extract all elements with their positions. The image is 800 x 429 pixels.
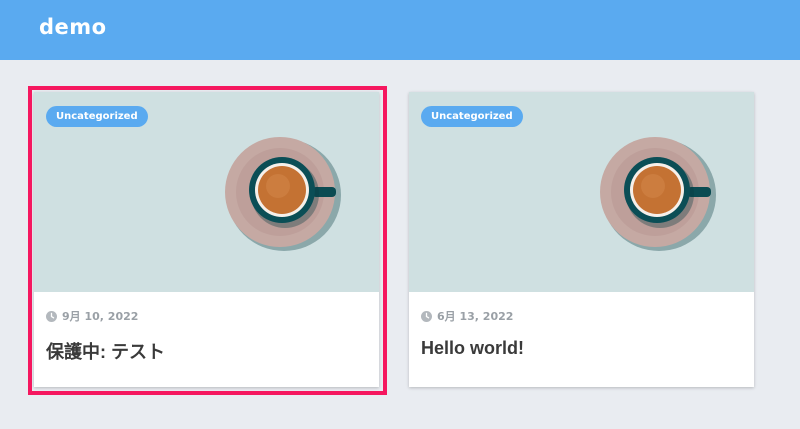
post-thumbnail[interactable]: Uncategorized xyxy=(409,92,754,292)
category-badge[interactable]: Uncategorized xyxy=(46,106,148,127)
post-card[interactable]: Uncategorized 9月 10, 2022 保護中: テスト xyxy=(34,92,379,387)
clock-icon xyxy=(46,310,57,322)
post-date: 9月 10, 2022 xyxy=(62,310,139,323)
post-thumbnail[interactable]: Uncategorized xyxy=(34,92,379,292)
post-date: 6月 13, 2022 xyxy=(437,310,514,323)
post-card[interactable]: Uncategorized 6月 13, 2022 Hello world! xyxy=(409,92,754,387)
post-meta: 6月 13, 2022 xyxy=(421,308,513,324)
site-header: demo xyxy=(0,0,800,60)
category-badge[interactable]: Uncategorized xyxy=(421,106,523,127)
post-title[interactable]: 保護中: テスト xyxy=(46,338,165,364)
site-title[interactable]: demo xyxy=(39,15,107,39)
post-meta: 9月 10, 2022 xyxy=(46,308,138,324)
clock-icon xyxy=(421,310,432,322)
post-title[interactable]: Hello world! xyxy=(421,338,524,359)
